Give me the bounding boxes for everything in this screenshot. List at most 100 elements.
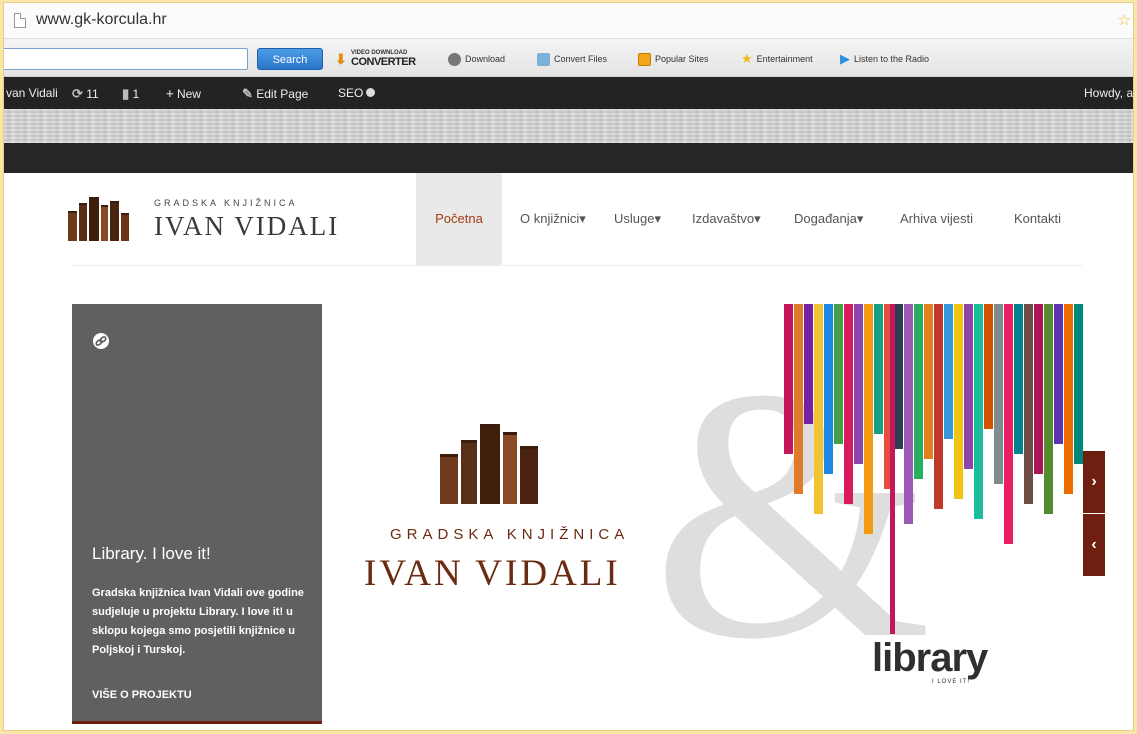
stripe: [894, 304, 903, 449]
wp-admin-bar: van Vidali ⟳ 11 ▮ 1 + New ✎ Edit Page SE…: [4, 77, 1133, 109]
hero-books-icon: [440, 424, 538, 504]
popular-sites-icon: [638, 52, 651, 66]
site-logo[interactable]: GRADSKA KNJIŽNICA IVAN VIDALI: [68, 193, 358, 245]
stripe: [1004, 304, 1013, 544]
star-icon: ★: [741, 51, 753, 66]
logo-subtitle: GRADSKA KNJIŽNICA: [154, 198, 298, 208]
url-text[interactable]: www.gk-korcula.hr: [36, 11, 167, 29]
toolbar-item-label: Download: [465, 54, 506, 64]
stripe: [964, 304, 973, 469]
page-icon: [14, 13, 26, 28]
dropdown-icon: ▾: [579, 211, 586, 226]
stripe: [874, 304, 883, 434]
seo-status-icon: [366, 88, 376, 97]
toolbar-download-button[interactable]: Download: [448, 51, 505, 67]
stripe: [864, 304, 873, 534]
stripe-long: [890, 304, 895, 634]
stripe: [1044, 304, 1053, 514]
card-text: Gradska knjižnica Ivan Vidali ove godine…: [92, 587, 304, 656]
nav-label: O knjižnici: [520, 211, 580, 226]
stripe: [984, 304, 993, 429]
stripe: [934, 304, 943, 509]
new-label: New: [176, 87, 201, 101]
nav-label: Izdavaštvo: [692, 211, 755, 226]
browser-toolbar: Search ⬇ VIDEO DOWNLOAD CONVERTER Downlo…: [4, 39, 1133, 77]
stripe: [944, 304, 953, 439]
stripe: [1024, 304, 1033, 504]
nav-item-pocetna[interactable]: Početna: [416, 173, 502, 265]
hero-subtitle: GRADSKA KNJIŽNICA: [390, 526, 630, 543]
nav-label: Događanja: [794, 211, 857, 226]
admin-new[interactable]: + New: [166, 86, 201, 101]
nav-item-usluge[interactable]: Usluge▾: [614, 173, 661, 265]
library-wordmark: library: [872, 636, 988, 680]
toolbar-entertainment-button[interactable]: ★ Entertainment: [741, 51, 813, 67]
toolbar-convert-files-button[interactable]: Convert Files: [537, 51, 607, 67]
admin-comments[interactable]: ▮ 1: [122, 86, 139, 102]
stripe: [1064, 304, 1073, 494]
stripe: [804, 304, 813, 424]
chevron-right-icon: ›: [1091, 473, 1097, 490]
link-icon: [93, 333, 109, 349]
dropdown-icon: ▾: [754, 211, 761, 226]
radio-icon: ▶: [840, 51, 850, 66]
toolbar-item-label: Listen to the Radio: [854, 54, 930, 64]
nav-item-kontakti[interactable]: Kontakti: [1014, 173, 1061, 265]
toolbar-search-button[interactable]: Search: [257, 48, 323, 70]
nav-item-o-knjiznici[interactable]: O knjižnici▾: [520, 173, 586, 265]
stripe: [914, 304, 923, 479]
toolbar-radio-button[interactable]: ▶ Listen to the Radio: [840, 51, 929, 67]
comments-count: 1: [132, 87, 140, 101]
stripe: [834, 304, 843, 444]
stripe: [1074, 304, 1083, 464]
header-divider: [72, 265, 1082, 266]
seo-label: SEO: [338, 86, 364, 100]
library-tagline: I LOVE IT!: [932, 679, 971, 685]
convert-files-icon: [537, 52, 550, 66]
logo-name: IVAN VIDALI: [154, 211, 340, 241]
browser-window: www.gk-korcula.hr ☆ Search ⬇ VIDEO DOWNL…: [3, 2, 1134, 731]
admin-site-name[interactable]: van Vidali: [6, 86, 58, 100]
library-project-card[interactable]: Library. I love it! Gradska knjižnica Iv…: [72, 304, 322, 724]
chevron-left-icon: ‹: [1091, 536, 1097, 553]
updates-count: 11: [86, 87, 99, 101]
stripe: [904, 304, 913, 524]
nav-item-arhiva-vijesti[interactable]: Arhiva vijesti: [900, 173, 973, 265]
card-more-link[interactable]: VIŠE O PROJEKTU: [92, 689, 192, 701]
hero-name: IVAN VIDALI: [364, 553, 621, 594]
admin-edit-page[interactable]: ✎ Edit Page: [242, 86, 308, 102]
stripe: [794, 304, 803, 494]
toolbar-item-label: Popular Sites: [655, 54, 709, 64]
stripe: [994, 304, 1003, 484]
admin-seo[interactable]: SEO: [338, 86, 376, 100]
address-bar[interactable]: www.gk-korcula.hr ☆: [4, 3, 1133, 39]
slider-next-button[interactable]: ›: [1083, 451, 1105, 513]
stripe: [924, 304, 933, 459]
colorful-stripes-graphic: [784, 304, 1083, 634]
nav-item-izdavastvo[interactable]: Izdavaštvo▾: [692, 173, 761, 265]
comment-icon: ▮: [122, 86, 130, 101]
nav-item-dogadanja[interactable]: Događanja▾: [794, 173, 863, 265]
admin-updates[interactable]: ⟳ 11: [72, 86, 99, 102]
nav-label: Usluge: [614, 211, 655, 226]
stripe: [814, 304, 823, 514]
books-logo-icon: [68, 197, 129, 241]
plus-icon: +: [166, 86, 174, 101]
edit-page-label: Edit Page: [256, 87, 309, 101]
card-title: Library. I love it!: [92, 544, 211, 563]
toolbar-search-input[interactable]: [4, 48, 248, 70]
stripe: [1054, 304, 1063, 444]
hero-slider: & GRADSKA KNJIŽNICA IVAN VIDALI library …: [322, 304, 1083, 724]
dropdown-icon: ▾: [856, 211, 864, 226]
toolbar-popular-sites-button[interactable]: Popular Sites: [638, 51, 709, 67]
download-icon: [448, 52, 461, 66]
pencil-icon: ✎: [242, 86, 253, 101]
bookmark-star-icon[interactable]: ☆: [1118, 11, 1131, 29]
header-dark-band: [4, 143, 1133, 173]
card-accent-bar: [72, 721, 322, 724]
slider-prev-button[interactable]: ‹: [1083, 514, 1105, 576]
video-converter-label: CONVERTER: [351, 56, 416, 68]
stripe: [974, 304, 983, 519]
admin-howdy[interactable]: Howdy, a: [1084, 86, 1133, 100]
stripe: [854, 304, 863, 464]
